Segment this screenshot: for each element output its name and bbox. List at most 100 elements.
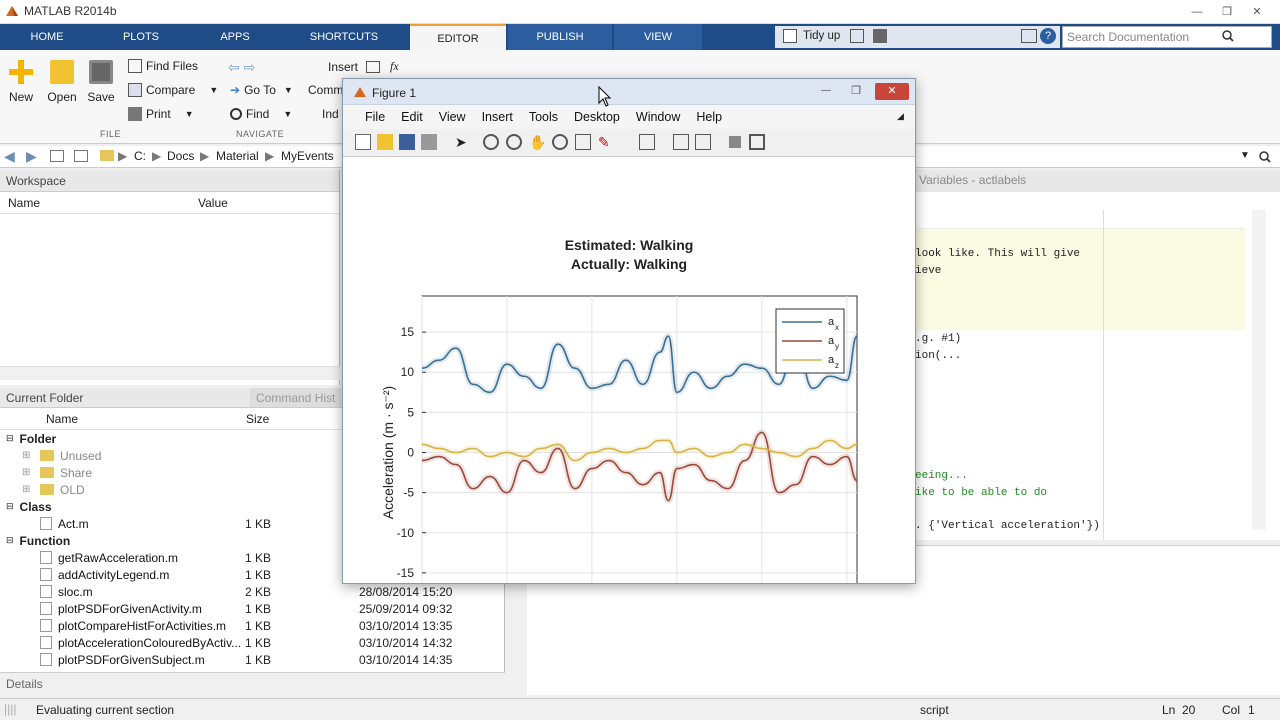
new-button[interactable]: New (6, 60, 36, 104)
tidy-up-button[interactable]: Tidy up (803, 30, 840, 42)
code-line[interactable]: .g. #1) (915, 333, 961, 345)
workspace-col-name[interactable]: Name (0, 196, 195, 210)
file-row[interactable]: plotCompareHistForActivities.m 1 KB 03/10/… (0, 617, 504, 634)
chevron-down-icon[interactable]: ▼ (1240, 150, 1250, 161)
open-file-icon[interactable] (377, 134, 393, 150)
zoom-out-icon[interactable] (506, 134, 522, 150)
folder-col-size[interactable]: Size (246, 412, 269, 426)
dock-arrow-icon[interactable]: ◢ (897, 111, 904, 122)
legend-icon[interactable] (695, 134, 711, 150)
print-button[interactable]: Print ▼ (128, 107, 194, 121)
file-row[interactable]: plotPSDForGivenActivity.m 1 KB 25/09/2014 … (0, 600, 504, 617)
menu-help[interactable]: Help (688, 110, 730, 124)
comment-button[interactable]: Comm (308, 83, 343, 97)
tab-shortcuts[interactable]: SHORTCUTS (282, 24, 406, 50)
back-icon[interactable]: ◀ (4, 148, 15, 165)
zoom-in-icon[interactable] (483, 134, 499, 150)
menu-tools[interactable]: Tools (521, 110, 566, 124)
expand-icon[interactable]: ⊞ (22, 450, 30, 461)
search-documentation-input[interactable]: Search Documentation (1062, 26, 1272, 48)
back-forward-icon[interactable]: ⇦ ⇨ (228, 59, 268, 75)
acceleration-chart[interactable]: Estimated: WalkingActually: Walking00.51… (343, 157, 915, 650)
colorbar-icon[interactable] (673, 134, 689, 150)
data-cursor-icon[interactable] (575, 134, 591, 150)
group-label: Folder (19, 431, 57, 446)
collapse-icon[interactable]: ⊟ (6, 501, 14, 512)
workspace-col-value[interactable]: Value (195, 196, 228, 210)
find-button[interactable]: Find ▼ (230, 107, 292, 121)
print-figure-icon[interactable] (421, 134, 437, 150)
brush-icon[interactable]: ✎ (598, 134, 614, 150)
browse-folder-icon[interactable] (74, 150, 88, 162)
tab-home[interactable]: HOME (0, 24, 94, 50)
tab-variables[interactable]: Variables - actlabels (915, 170, 1280, 192)
figure-title-bar[interactable]: Figure 1 — ❐ ✕ (343, 79, 915, 105)
breadcrumb-docs[interactable]: Docs (167, 149, 194, 163)
search-icon[interactable] (1259, 151, 1271, 163)
restore-icon[interactable]: ❐ (1215, 3, 1239, 19)
app-title: MATLAB R2014b (24, 4, 117, 18)
tab-editor[interactable]: EDITOR (410, 24, 506, 50)
breadcrumb-myevents[interactable]: MyEvents (281, 149, 334, 163)
menu-view[interactable]: View (431, 110, 474, 124)
collapse-icon[interactable]: ⊟ (6, 433, 14, 444)
tab-command-history[interactable]: Command Hist (250, 388, 342, 407)
file-row[interactable]: plotAccelerationColouredByActiv... 1 KB 03… (0, 634, 504, 651)
layout-icon[interactable] (1021, 29, 1037, 43)
code-line[interactable]: . {'Vertical acceleration'}) (915, 520, 1100, 532)
hide-plot-tools-icon[interactable] (729, 136, 741, 148)
pan-hand-icon[interactable]: ✋ (529, 134, 546, 150)
edit-plot-cursor-icon[interactable]: ➤ (455, 134, 471, 150)
tab-view[interactable]: VIEW (614, 24, 702, 50)
save-button[interactable]: Save (86, 60, 116, 104)
expand-icon[interactable]: ⊞ (22, 467, 30, 478)
find-icon[interactable] (850, 29, 864, 43)
breadcrumb-material[interactable]: Material (216, 149, 259, 163)
expand-icon[interactable]: ⊞ (22, 484, 30, 495)
up-folder-icon[interactable] (50, 150, 64, 162)
collapse-icon[interactable]: ⊟ (6, 535, 14, 546)
help-icon[interactable]: ? (1040, 28, 1056, 44)
menu-window[interactable]: Window (628, 110, 688, 124)
search-icon[interactable] (1222, 30, 1234, 42)
compare-button[interactable]: Compare ▼ (128, 83, 218, 97)
indent-button[interactable]: Ind (322, 107, 339, 121)
file-row[interactable]: plotPSDForGivenSubject.m 1 KB 03/10/2014 1… (0, 651, 504, 668)
vertical-scrollbar[interactable] (1252, 210, 1266, 530)
folder-icon (40, 450, 54, 461)
restore-icon[interactable]: ❐ (843, 84, 869, 100)
go-to-button[interactable]: ➔ Go To ▼ (230, 83, 293, 97)
link-plot-icon[interactable] (639, 134, 655, 150)
tab-apps[interactable]: APPS (188, 24, 282, 50)
minimize-icon[interactable]: — (1185, 3, 1209, 19)
menu-desktop[interactable]: Desktop (566, 110, 628, 124)
rotate-3d-icon[interactable] (552, 134, 568, 150)
forward-icon[interactable]: ▶ (26, 148, 37, 165)
tab-publish[interactable]: PUBLISH (508, 24, 612, 50)
minimize-icon[interactable]: — (813, 85, 839, 99)
details-panel[interactable]: Details (0, 672, 505, 694)
save-figure-icon[interactable] (399, 134, 415, 150)
folder-col-name[interactable]: Name (0, 412, 246, 426)
breadcrumb-drive[interactable]: C: (134, 149, 146, 163)
file-name: getRawAcceleration.m (58, 550, 179, 565)
show-plot-tools-icon[interactable] (749, 134, 765, 150)
save-icon[interactable] (873, 29, 887, 43)
menu-insert[interactable]: Insert (474, 110, 521, 124)
code-line[interactable]: ike to be able to do (915, 487, 1047, 499)
menu-file[interactable]: File (357, 110, 393, 124)
insert-button[interactable]: Insert fx (328, 59, 399, 74)
close-icon[interactable]: ✕ (875, 83, 909, 100)
code-line[interactable]: ieve (915, 265, 941, 277)
find-files-button[interactable]: Find Files (128, 59, 198, 73)
horizontal-scrollbar[interactable] (0, 366, 340, 380)
tab-plots[interactable]: PLOTS (94, 24, 188, 50)
code-line[interactable]: eeing... (915, 470, 968, 482)
open-button[interactable]: Open (46, 60, 78, 104)
new-figure-icon[interactable] (355, 134, 371, 150)
menu-edit[interactable]: Edit (393, 110, 431, 124)
close-icon[interactable]: ✕ (1245, 3, 1269, 19)
file-row[interactable]: sloc.m 2 KB 28/08/2014 15:20 (0, 583, 504, 600)
code-line[interactable]: ion(... (915, 350, 961, 362)
code-line[interactable]: look like. This will give (915, 248, 1080, 260)
